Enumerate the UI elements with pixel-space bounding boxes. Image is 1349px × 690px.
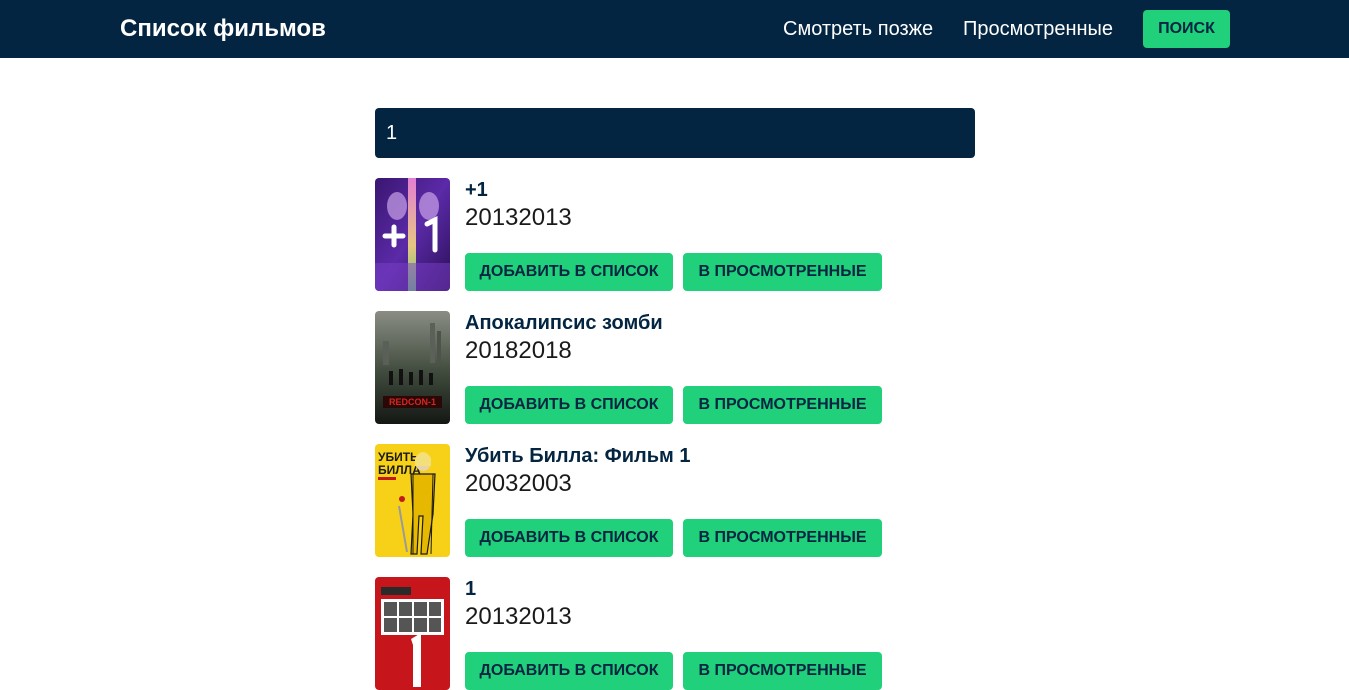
add-to-list-button[interactable]: ДОБАВИТЬ В СПИСОК — [465, 519, 673, 557]
add-to-list-button[interactable]: ДОБАВИТЬ В СПИСОК — [465, 253, 673, 291]
movie-title[interactable]: +1 — [465, 178, 488, 202]
add-to-watched-button[interactable]: В ПРОСМОТРЕННЫЕ — [683, 519, 882, 557]
movie-year: 20182018 — [465, 337, 572, 364]
search-nav-button[interactable]: ПОИСК — [1143, 10, 1230, 48]
movie-poster[interactable] — [375, 178, 450, 291]
movie-title[interactable]: 1 — [465, 577, 476, 601]
movie-year: 20132013 — [465, 204, 572, 231]
movie-title[interactable]: Апокалипсис зомби — [465, 311, 663, 335]
movie-item: УБИТЬ БИЛЛА Убить Билла: Фильм 1 2003200… — [375, 444, 975, 557]
movie-item: 1 20132013 ДОБАВИТЬ В СПИСОК В ПРОСМОТРЕ… — [375, 577, 975, 690]
add-to-watched-button[interactable]: В ПРОСМОТРЕННЫЕ — [683, 253, 882, 291]
movie-title[interactable]: Убить Билла: Фильм 1 — [465, 444, 691, 468]
search-input[interactable] — [375, 108, 975, 158]
movie-poster[interactable] — [375, 577, 450, 690]
movie-year: 20132013 — [465, 603, 572, 630]
nav-watched-link[interactable]: Просмотренные — [963, 17, 1113, 41]
movie-poster[interactable]: УБИТЬ БИЛЛА — [375, 444, 450, 557]
movie-item: REDCON-1 Апокалипсис зомби 20182018 ДОБА… — [375, 311, 975, 424]
add-to-watched-button[interactable]: В ПРОСМОТРЕННЫЕ — [683, 386, 882, 424]
poster-title-text: УБИТЬ — [378, 450, 419, 464]
nav-watch-later-link[interactable]: Смотреть позже — [783, 17, 933, 41]
movie-poster[interactable]: REDCON-1 — [375, 311, 450, 424]
add-to-watched-button[interactable]: В ПРОСМОТРЕННЫЕ — [683, 652, 882, 690]
add-to-list-button[interactable]: ДОБАВИТЬ В СПИСОК — [465, 652, 673, 690]
site-brand[interactable]: Список фильмов — [120, 15, 326, 43]
movie-item: +1 20132013 ДОБАВИТЬ В СПИСОК В ПРОСМОТР… — [375, 178, 975, 291]
movie-year: 20032003 — [465, 470, 572, 497]
add-to-list-button[interactable]: ДОБАВИТЬ В СПИСОК — [465, 386, 673, 424]
top-navbar: Список фильмов Смотреть позже Просмотрен… — [0, 0, 1349, 58]
poster-title-text: REDCON-1 — [389, 397, 436, 407]
